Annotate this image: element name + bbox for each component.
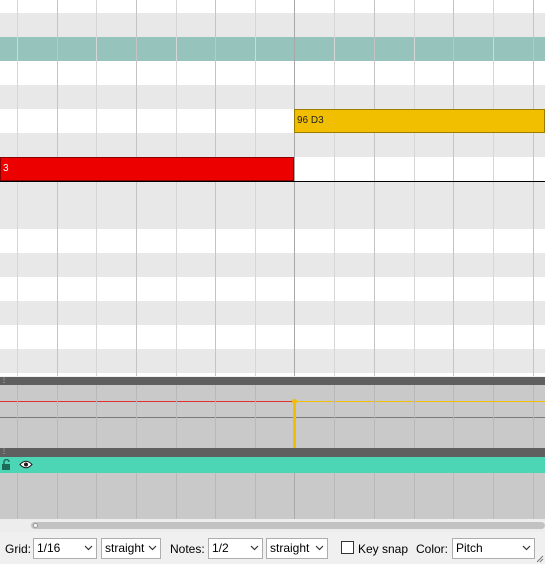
- grid-line: [136, 385, 137, 448]
- grid-line: [215, 385, 216, 448]
- cc-lane[interactable]: [0, 473, 545, 519]
- grid-line: [334, 0, 335, 376]
- key-row: [0, 85, 545, 109]
- lane-divider-handle[interactable]: ⋮: [0, 377, 545, 385]
- key-row: [0, 133, 545, 157]
- grid-line: [215, 473, 216, 519]
- notes-length-value: 1/2: [212, 541, 229, 555]
- grid-line: [136, 0, 137, 376]
- grid-line: [374, 385, 375, 448]
- midi-note-red[interactable]: 3: [0, 157, 294, 181]
- color-label: Color:: [416, 542, 449, 556]
- grid-line: [453, 473, 454, 519]
- grid-division-select[interactable]: 1/16: [33, 538, 97, 559]
- grid-line: [414, 473, 415, 519]
- grid-line: [374, 473, 375, 519]
- grid-line: [533, 0, 534, 376]
- cc-lane-header: [0, 457, 545, 473]
- color-mode-select[interactable]: Pitch: [452, 538, 535, 559]
- grid-label: Grid:: [5, 542, 32, 556]
- grid-line: [215, 0, 216, 376]
- grid-line: [136, 473, 137, 519]
- note-label: 3: [3, 163, 9, 174]
- grid-line: [96, 0, 97, 376]
- grid-line: [57, 385, 58, 448]
- grid-line: [57, 473, 58, 519]
- grid-line: [96, 473, 97, 519]
- velocity-lane[interactable]: [0, 385, 545, 448]
- key-row-highlighted: [0, 37, 545, 61]
- midi-note-yellow[interactable]: 96 D3: [294, 109, 545, 133]
- chevron-down-icon: [84, 545, 93, 551]
- grid-line: [493, 473, 494, 519]
- notes-swing-select[interactable]: straight: [266, 538, 328, 559]
- grid-line: [176, 473, 177, 519]
- velocity-handle[interactable]: [292, 399, 297, 404]
- note-label: 96 D3: [297, 115, 324, 126]
- velocity-midline: [0, 417, 545, 418]
- zoom-handle[interactable]: [33, 523, 38, 528]
- key-snap-label[interactable]: Key snap: [358, 542, 408, 556]
- key-row: [0, 349, 545, 373]
- grid-line: [17, 385, 18, 448]
- chevron-down-icon: [250, 545, 259, 551]
- key-row: [0, 253, 545, 277]
- grip-icon: ⋮: [1, 449, 7, 455]
- key-row: [0, 301, 545, 325]
- resize-grip-icon[interactable]: [536, 555, 544, 563]
- scrollbar-thumb[interactable]: [31, 522, 545, 529]
- grid-line: [57, 0, 58, 376]
- grid-line: [414, 385, 415, 448]
- grid-swing-select[interactable]: straight: [101, 538, 161, 559]
- grid-line: [17, 473, 18, 519]
- velocity-bar[interactable]: [293, 401, 296, 448]
- key-row: [0, 13, 545, 37]
- lock-icon[interactable]: [2, 459, 12, 470]
- octave-separator: [0, 181, 545, 182]
- eye-icon[interactable]: [19, 459, 33, 470]
- notes-swing-value: straight: [270, 541, 310, 555]
- grid-line: [17, 0, 18, 376]
- grid-line: [493, 0, 494, 376]
- grid-division-value: 1/16: [37, 541, 61, 555]
- grid-line: [255, 0, 256, 376]
- grid-line: [176, 0, 177, 376]
- notes-label: Notes:: [170, 542, 205, 556]
- grid-line: [533, 473, 534, 519]
- grid-line: [255, 473, 256, 519]
- chevron-down-icon: [315, 545, 324, 551]
- grid-swing-value: straight: [105, 541, 145, 555]
- color-mode-value: Pitch: [456, 541, 483, 555]
- key-snap-checkbox[interactable]: [341, 541, 354, 554]
- grid-line: [294, 473, 295, 519]
- grip-icon: ⋮: [1, 378, 7, 384]
- lane-divider-handle[interactable]: ⋮: [0, 448, 545, 457]
- bottom-toolbar: Grid: 1/16 straight Notes: 1/2 straight …: [0, 532, 545, 564]
- grid-line: [414, 0, 415, 376]
- grid-line: [96, 385, 97, 448]
- chevron-down-icon: [148, 545, 157, 551]
- grid-line: [453, 385, 454, 448]
- grid-line: [493, 385, 494, 448]
- grid-line-bar: [294, 0, 295, 376]
- horizontal-scrollbar[interactable]: [0, 519, 545, 532]
- grid-line: [533, 385, 534, 448]
- key-row: [0, 205, 545, 229]
- grid-line: [176, 385, 177, 448]
- chevron-down-icon: [522, 545, 531, 551]
- grid-line: [453, 0, 454, 376]
- grid-line: [374, 0, 375, 376]
- piano-roll-grid[interactable]: 96 D3 3: [0, 0, 545, 376]
- grid-line: [255, 385, 256, 448]
- grid-line: [334, 473, 335, 519]
- notes-length-select[interactable]: 1/2: [208, 538, 263, 559]
- key-row: [0, 181, 545, 205]
- velocity-line-red: [0, 401, 294, 402]
- grid-line: [334, 385, 335, 448]
